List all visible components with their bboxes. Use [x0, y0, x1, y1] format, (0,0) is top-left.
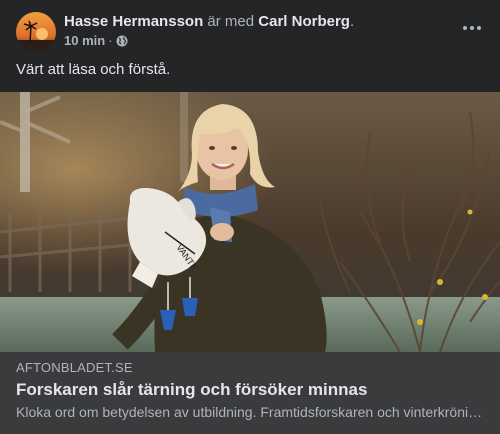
link-headline[interactable]: Forskaren slår tärning och försöker minn… [16, 380, 367, 400]
post-meta: 10 min · [64, 33, 128, 49]
meta-separator: · [108, 33, 113, 48]
more-options-icon[interactable] [460, 20, 484, 36]
link-preview-image[interactable]: VANTE [0, 92, 500, 352]
link-preview-card[interactable]: AFTONBLADET.SE Forskaren slår tärning oc… [0, 352, 500, 434]
post-message: Värt att läsa och förstå. [16, 61, 171, 78]
title-period: . [349, 13, 355, 30]
tagged-name[interactable]: Carl Norberg [258, 13, 350, 30]
globe-icon[interactable] [116, 35, 128, 47]
author-name[interactable]: Hasse Hermansson [64, 13, 203, 30]
post-title-line: Hasse Hermansson är med Carl Norberg. [64, 12, 354, 31]
dot [463, 26, 467, 30]
with-text: är med [207, 13, 255, 30]
post-header: Hasse Hermansson är med Carl Norberg. 10… [16, 12, 484, 52]
author-avatar[interactable] [16, 12, 56, 52]
post-timestamp[interactable]: 10 min [64, 33, 105, 49]
dot [477, 26, 481, 30]
feed-post: Hasse Hermansson är med Carl Norberg. 10… [0, 0, 500, 434]
link-description: Kloka ord om betydelsen av utbildning. F… [16, 404, 484, 420]
link-domain: AFTONBLADET.SE [16, 360, 133, 375]
dot [470, 26, 474, 30]
